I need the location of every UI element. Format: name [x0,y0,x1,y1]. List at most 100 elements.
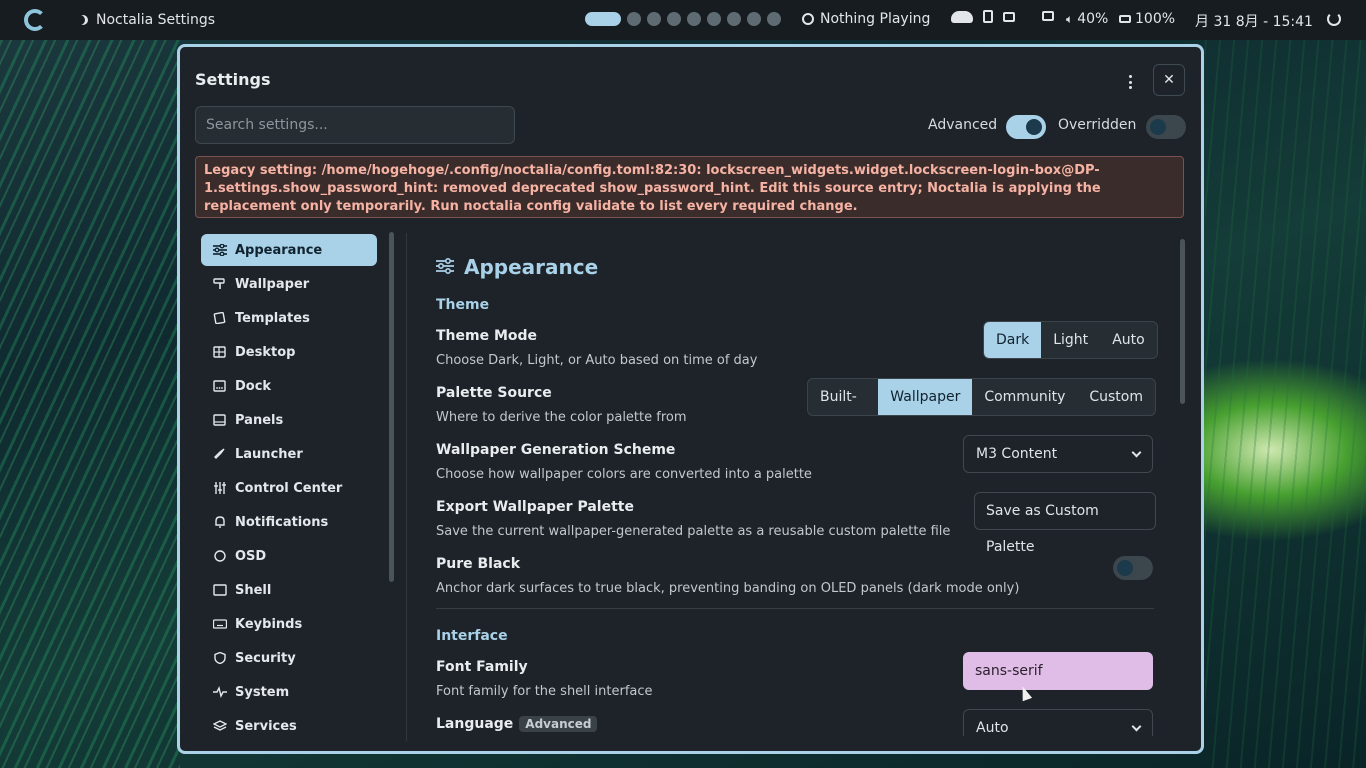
section-theme: Theme [436,297,490,313]
sidebar-item-label: Keybinds [235,616,303,632]
theme-mode-auto[interactable]: Auto [1100,322,1157,358]
battery-level: 100% [1135,11,1176,27]
media-widget[interactable]: Nothing Playing [802,11,930,27]
sidebar-item-label: Templates [235,310,310,326]
chevron-down-icon [1131,721,1142,732]
rocket-icon [213,448,227,460]
sidebar-item-osd[interactable]: OSD [201,540,377,572]
gen-scheme-title: Wallpaper Generation Scheme [436,442,676,458]
export-title: Export Wallpaper Palette [436,499,634,515]
sidebar-item-label: Desktop [235,344,296,360]
shell-icon [213,584,227,596]
sidebar-item-wallpaper[interactable]: Wallpaper [201,268,377,300]
sidebar-item-label: Launcher [235,446,303,462]
overridden-toggle[interactable] [1146,115,1186,139]
weather-icon[interactable] [951,10,973,23]
workspace-6[interactable] [707,12,721,26]
settings-window: Settings ✕ Advanced Overridden Legacy se… [177,44,1204,754]
datetime: 月 31 8月 - 15:41 [1195,14,1313,30]
control-center-icon [213,482,227,494]
volume-widget[interactable]: 🔈︎ 40% [1066,11,1108,27]
sidebar-item-launcher[interactable]: Launcher [201,438,377,470]
sidebar-item-system[interactable]: System [201,676,377,708]
palette-builtin[interactable]: Built-In [808,379,878,415]
power-icon[interactable] [1327,12,1341,26]
font-family-field[interactable]: sans-serif [963,652,1153,690]
export-desc: Save the current wallpaper-generated pal… [436,524,951,539]
gen-scheme-dropdown[interactable]: M3 Content [963,435,1153,473]
wallpaper-streaks-right [1205,40,1366,768]
volume-level: 40% [1077,11,1109,27]
palette-custom[interactable]: Custom [1077,379,1155,415]
palette-source-title: Palette Source [436,385,552,401]
pulse-icon [213,685,227,699]
sidebar-item-label: Notifications [235,514,329,530]
workspace-4[interactable] [667,12,681,26]
palette-source-desc: Where to derive the color palette from [436,410,687,425]
sidebar-item-panels[interactable]: Panels [201,404,377,436]
pure-black-desc: Anchor dark surfaces to true black, prev… [436,581,1020,596]
sidebar-item-keybinds[interactable]: Keybinds [201,608,377,640]
overridden-label: Overridden [1058,117,1137,133]
theme-mode-selector: Dark Light Auto [983,321,1158,359]
speech-bubble-icon [213,550,227,562]
sidebar-item-desktop[interactable]: Desktop [201,336,377,368]
workspace-9[interactable] [767,12,781,26]
sidebar-item-label: Panels [235,412,284,428]
palette-wallpaper[interactable]: Wallpaper [878,379,973,415]
workspace-2[interactable] [627,12,641,26]
language-dropdown[interactable]: Auto [963,709,1153,736]
sidebar-item-control-center[interactable]: Control Center [201,472,377,504]
disc-icon [802,13,814,25]
font-family-title: Font Family [436,659,528,675]
workspace-8[interactable] [747,12,761,26]
sidebar-item-notifications[interactable]: Notifications [201,506,377,538]
theme-mode-light[interactable]: Light [1041,322,1100,358]
language-title-text: Language [436,716,514,732]
workspace-7[interactable] [727,12,741,26]
content-scrollbar[interactable] [1180,239,1185,404]
panels-icon [213,414,227,426]
search-input[interactable] [195,106,515,144]
sidebar-item-label: Shell [235,582,272,598]
templates-icon [213,311,227,325]
sidebar-scrollbar[interactable] [389,232,394,582]
sidebar-item-appearance[interactable]: Appearance [201,234,377,266]
save-custom-palette-button[interactable]: Save as Custom Palette [974,492,1156,555]
workspace-5[interactable] [687,12,701,26]
section-divider [436,608,1154,609]
sidebar-item-label: Control Center [235,480,343,496]
sidebar-item-shell[interactable]: Shell [201,574,377,606]
sidebar-item-security[interactable]: Security [201,642,377,674]
battery-widget[interactable]: 100% [1119,11,1175,27]
clock-widget[interactable]: 月 31 8月 - 15:41 [1195,11,1313,31]
theme-mode-title: Theme Mode [436,328,538,344]
sidebar-item-label: System [235,684,290,700]
sidebar-item-services[interactable]: Services [201,710,377,739]
palette-community[interactable]: Community [972,379,1077,415]
more-options-icon[interactable] [1128,75,1132,89]
clipboard-icon[interactable] [983,10,993,23]
sidebar-item-label: OSD [235,548,267,564]
theme-mode-dark[interactable]: Dark [984,322,1042,358]
close-button[interactable]: ✕ [1153,64,1185,96]
advanced-toggle[interactable] [1006,115,1046,139]
sidebar-item-label: Security [235,650,296,666]
sidebar-item-templates[interactable]: Templates [201,302,377,334]
system-tray [951,10,1015,23]
page-title: Appearance [436,255,598,279]
active-window-title: Noctalia Settings [96,12,216,28]
noctalia-logo-icon[interactable] [24,9,46,31]
shield-icon [213,651,227,665]
pure-black-toggle[interactable] [1113,556,1153,580]
legacy-setting-warning: Legacy setting: /home/hogehoge/.config/n… [195,156,1184,218]
section-interface: Interface [436,628,508,644]
window-title: Settings [195,70,271,89]
network-widget[interactable] [1042,11,1054,21]
sidebar-item-dock[interactable]: Dock [201,370,377,402]
sidebar-item-label: Wallpaper [235,276,310,292]
camera-off-icon[interactable] [1003,11,1015,22]
workspace-1[interactable] [585,12,621,26]
workspace-3[interactable] [647,12,661,26]
sidebar-divider [406,233,407,741]
